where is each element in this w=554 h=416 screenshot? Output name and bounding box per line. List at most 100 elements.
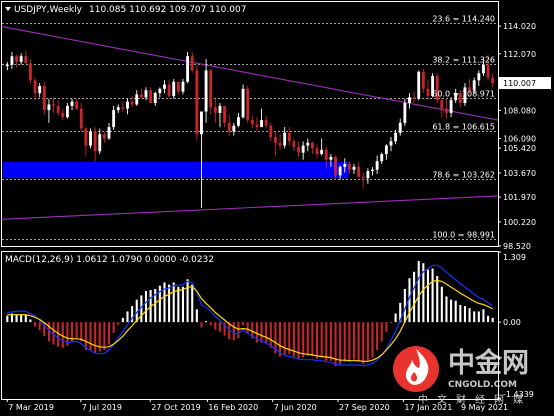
candle-body	[371, 169, 374, 172]
macd-histogram-bar	[468, 308, 471, 323]
candle-body	[486, 64, 490, 78]
candle-body	[135, 94, 139, 105]
candle-body	[408, 97, 411, 104]
trendline-lower	[1, 195, 499, 220]
candle-body	[28, 63, 32, 81]
symbol-dropdown-icon[interactable]	[5, 7, 11, 11]
macd-histogram-bar	[389, 322, 393, 324]
candle-body	[79, 108, 83, 129]
macd-histogram-bar	[329, 322, 332, 361]
trend-lines	[1, 25, 499, 220]
price-tick-label: 106.090	[503, 135, 536, 144]
macd-histogram-bar	[89, 322, 92, 351]
candle-body	[130, 101, 134, 105]
candle-body	[84, 128, 88, 146]
candle-body	[375, 161, 379, 170]
candle-body	[61, 112, 65, 118]
candle-body	[213, 107, 217, 113]
candle-body	[232, 125, 236, 132]
candle-body	[389, 141, 393, 146]
macd-histogram-bar	[205, 321, 208, 323]
candle-body	[357, 166, 361, 177]
candle-body	[366, 171, 370, 179]
macd-histogram-bar	[339, 322, 342, 366]
candle-body	[292, 141, 296, 147]
candle-body	[398, 122, 402, 133]
price-tick-label: 105.420	[503, 144, 536, 153]
macd-histogram-bar	[352, 322, 356, 360]
candle-body	[218, 105, 222, 113]
time-tick-label: 27 Oct 2019	[151, 403, 200, 412]
macd-tick-label: 1.309	[503, 253, 526, 262]
time-tick-label: 7 Mar 2019	[8, 403, 54, 412]
time-tick-label: 7 Jul 2019	[82, 403, 122, 412]
candle-body	[440, 100, 444, 109]
candle-body	[426, 88, 430, 96]
candle-body	[324, 149, 328, 160]
candle-body	[116, 107, 120, 111]
candle-body	[449, 100, 453, 113]
macd-histogram-bar	[454, 300, 457, 323]
candle-body	[33, 80, 37, 94]
candle-body	[315, 148, 319, 155]
fib-level-label: 100.0 = 98.991	[432, 231, 495, 240]
candle-body	[301, 145, 305, 153]
candle-body	[421, 71, 425, 89]
time-tick-label: 16 Feb 2020	[208, 403, 258, 412]
candle-body	[93, 131, 97, 152]
candle-body	[121, 107, 125, 109]
macd-histogram-bar	[283, 322, 286, 355]
candle-body	[204, 70, 208, 112]
price-panel-frame	[1, 1, 499, 247]
candle-body	[158, 88, 162, 94]
macd-histogram-bar	[436, 276, 439, 323]
macd-histogram-bar	[144, 291, 148, 323]
candle-body	[394, 132, 398, 142]
watermark-brand-cn: 中金网	[448, 347, 529, 379]
candle-body	[260, 120, 263, 128]
price-tick-label: 100.220	[503, 218, 536, 227]
candle-body	[306, 142, 310, 146]
candle-body	[75, 101, 79, 109]
candle-body	[102, 134, 106, 139]
price-tick-label: 98.520	[503, 242, 531, 251]
cngold-watermark: 中金网 CNGOLD.COM 中文财经网媒	[393, 346, 529, 406]
candle-body	[287, 132, 291, 142]
symbol-label: USDJPY,Weekly	[14, 5, 83, 15]
candle-body	[186, 56, 190, 82]
chart-canvas[interactable]: 23.6 = 114.240 38.2 = 111.326 50.0 = 108.9…	[0, 0, 554, 416]
fib-level-label: 23.6 = 114.240	[432, 15, 495, 24]
candle-body	[227, 122, 231, 132]
candle-body	[482, 64, 485, 74]
candle-body	[19, 56, 23, 62]
candle-body	[181, 81, 185, 92]
candle-body	[352, 166, 356, 170]
candle-body	[361, 176, 365, 179]
macd-histogram-bar	[112, 322, 115, 333]
candle-body	[264, 120, 268, 126]
candle-body	[380, 154, 384, 162]
candle-body	[241, 88, 245, 118]
macd-histogram-bar	[242, 322, 245, 326]
time-tick-label: 7 Jun 2020	[274, 403, 317, 412]
candle-body	[255, 124, 259, 128]
macd-histogram-bar	[394, 313, 397, 323]
macd-histogram-bar	[15, 314, 18, 323]
candle-body	[112, 110, 116, 128]
macd-histogram-bar	[177, 286, 180, 323]
candle-body	[56, 105, 60, 113]
support-zone	[3, 161, 349, 179]
candle-body	[10, 56, 14, 65]
candle-body	[477, 73, 481, 81]
macd-histogram-bar	[121, 317, 124, 323]
candle-body	[329, 156, 333, 160]
macd-histogram-bar	[376, 322, 379, 351]
candle-body	[384, 145, 388, 155]
macd-histogram-bar	[191, 284, 194, 323]
macd-histogram-bar	[315, 322, 319, 359]
candle-body	[107, 127, 111, 139]
candle-body	[491, 77, 495, 84]
price-axis: 114.020 112.070 110.007 108.080 106.090105.4…	[498, 22, 551, 251]
candle-body	[15, 56, 18, 62]
macd-histogram-bar	[181, 286, 185, 323]
